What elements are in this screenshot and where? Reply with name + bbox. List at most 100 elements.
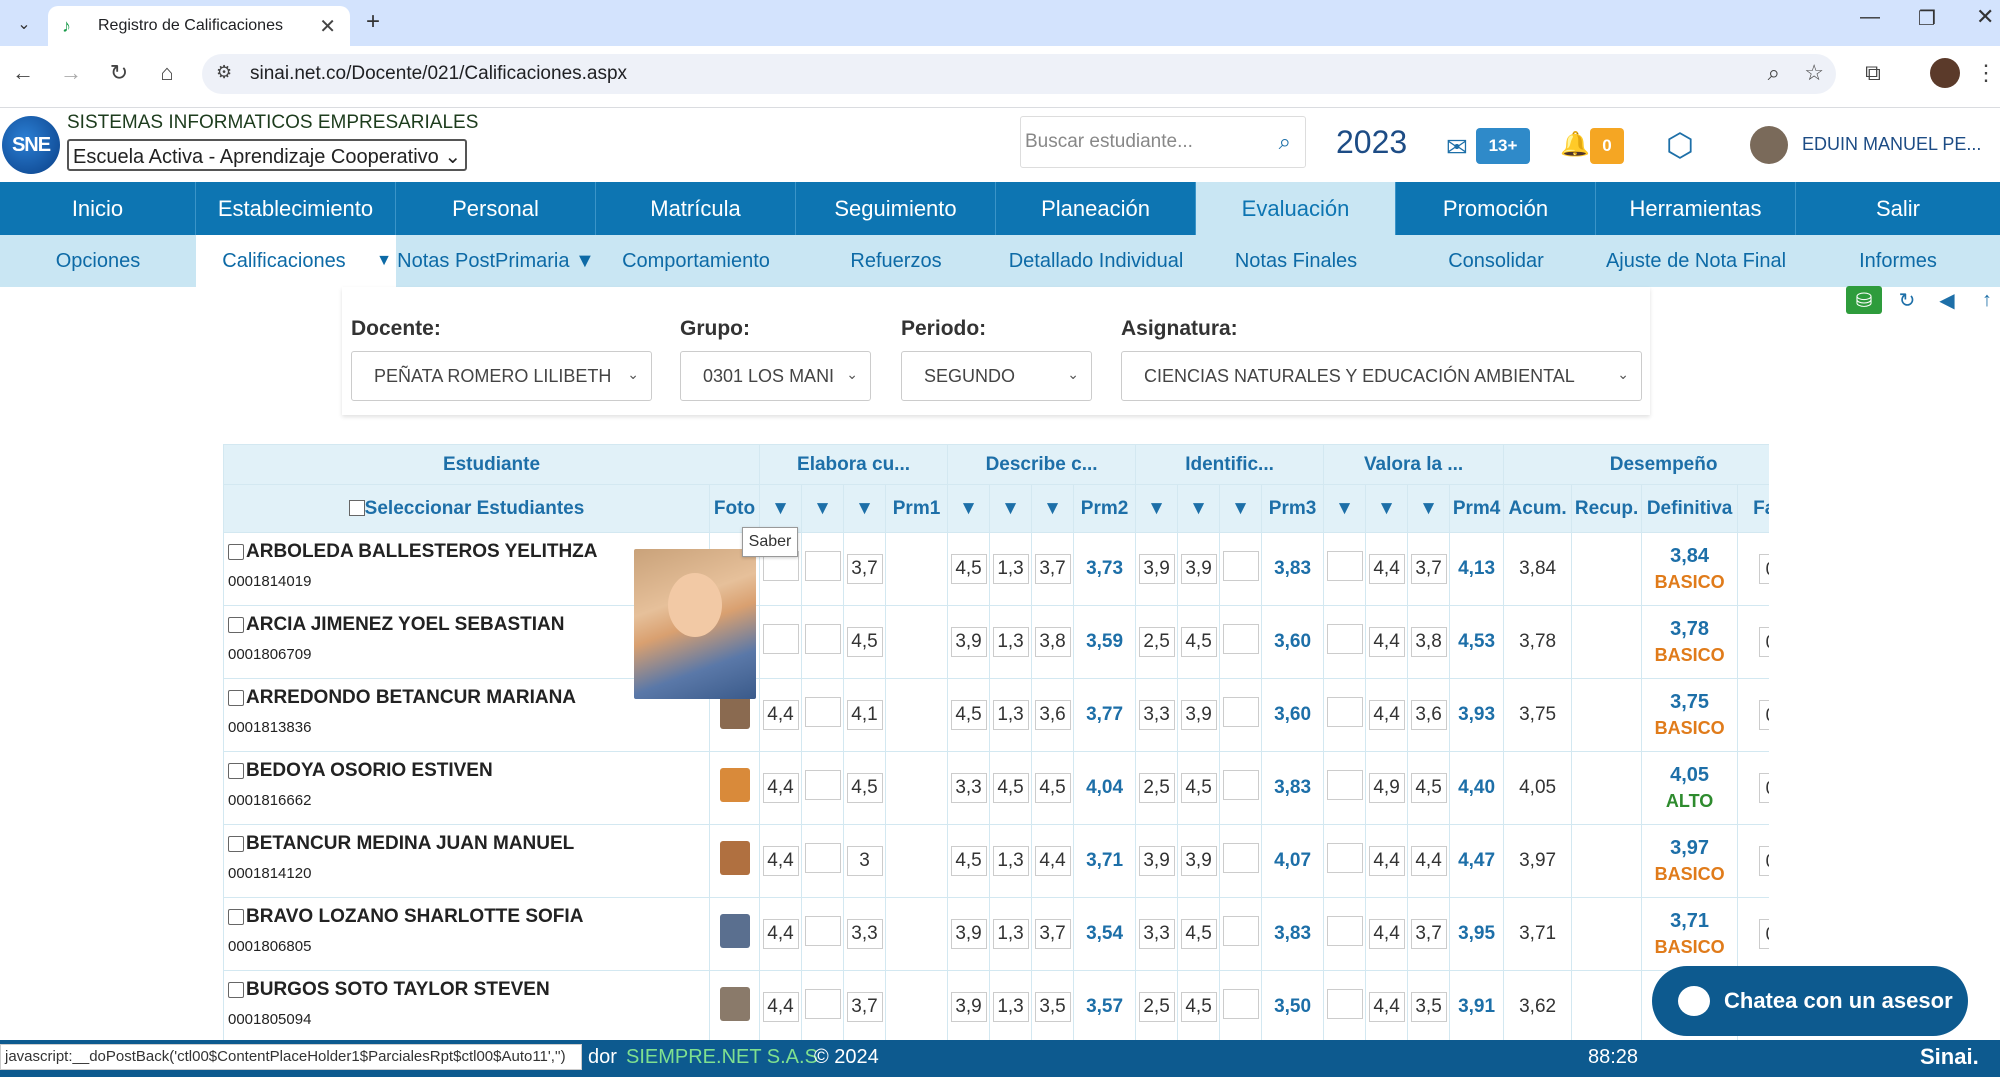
grade-input[interactable]: 3,6 (1034, 700, 1071, 730)
grade-input[interactable] (1222, 916, 1259, 946)
filter-arrow-icon[interactable]: ▼ (1407, 484, 1451, 533)
grade-input[interactable] (804, 697, 841, 727)
grade-input[interactable]: 3,8 (1410, 627, 1447, 657)
student-checkbox[interactable] (228, 909, 244, 925)
filter-arrow-icon[interactable]: ▼ (1031, 484, 1075, 533)
filter-arrow-icon[interactable]: ▼ (1365, 484, 1409, 533)
submenu-ajuste-nota-final[interactable]: Ajuste de Nota Final (1596, 235, 1796, 287)
filter-arrow-icon[interactable]: ▼ (947, 484, 991, 533)
browser-tab[interactable]: ♪ Registro de Calificaciones ✕ (48, 6, 350, 46)
site-logo[interactable]: SNE (2, 116, 60, 174)
select-students-header[interactable]: Seleccionar Estudiantes (223, 484, 710, 533)
faltas-input[interactable]: 0 (1758, 773, 1769, 803)
submenu-opciones[interactable]: Opciones (0, 235, 196, 287)
grade-input[interactable]: 3,3 (846, 919, 883, 949)
student-photo[interactable] (719, 987, 750, 1021)
grade-input[interactable]: 3,7 (1034, 554, 1071, 584)
grade-input[interactable]: 3,7 (1034, 919, 1071, 949)
grade-input[interactable]: 4,4 (1368, 992, 1405, 1022)
grade-input[interactable]: 3,9 (1180, 846, 1217, 876)
grade-input[interactable]: 3,9 (1138, 846, 1175, 876)
back-icon[interactable]: ← (6, 56, 40, 90)
student-checkbox[interactable] (228, 544, 244, 560)
user-avatar[interactable] (1750, 126, 1788, 164)
grade-input[interactable]: 1,3 (992, 554, 1029, 584)
grade-input[interactable] (1326, 770, 1363, 800)
faltas-input[interactable]: 0 (1758, 627, 1769, 657)
filter-arrow-icon[interactable]: ▼ (1177, 484, 1221, 533)
submenu-calificaciones[interactable]: Calificaciones (196, 235, 372, 287)
grade-input[interactable] (1222, 551, 1259, 581)
grade-input[interactable] (804, 770, 841, 800)
menu-matricula[interactable]: Matrícula (596, 182, 796, 235)
grade-input[interactable]: 1,3 (992, 627, 1029, 657)
grade-input[interactable] (1222, 697, 1259, 727)
grade-input[interactable]: 3,9 (1180, 554, 1217, 584)
grade-input[interactable] (1222, 770, 1259, 800)
filter-arrow-icon[interactable]: ▼ (801, 484, 844, 533)
grade-input[interactable]: 3,6 (1410, 700, 1447, 730)
student-name[interactable]: ARCIA JIMENEZ YOEL SEBASTIAN (246, 614, 564, 636)
grade-input[interactable] (1326, 551, 1363, 581)
grade-input[interactable] (1222, 843, 1259, 873)
bookmark-star-icon[interactable]: ☆ (1804, 60, 1824, 86)
grade-input[interactable]: 4,4 (762, 919, 799, 949)
asignatura-select[interactable]: CIENCIAS NATURALES Y EDUCACIÓN AMBIENTAL… (1121, 351, 1642, 401)
grade-input[interactable]: 3,5 (1034, 992, 1071, 1022)
submenu-detallado-individual[interactable]: Detallado Individual (996, 235, 1196, 287)
profile-avatar[interactable] (1930, 58, 1960, 88)
student-checkbox[interactable] (228, 763, 244, 779)
grade-input[interactable] (804, 989, 841, 1019)
grade-input[interactable] (804, 916, 841, 946)
faltas-input[interactable]: 0 (1758, 919, 1769, 949)
menu-establecimiento[interactable]: Establecimiento (196, 182, 396, 235)
grade-input[interactable]: 4,4 (1368, 627, 1405, 657)
student-checkbox[interactable] (228, 836, 244, 852)
grade-input[interactable]: 4,5 (1180, 992, 1217, 1022)
minimize-icon[interactable]: — (1860, 6, 1880, 29)
grade-input[interactable]: 4,5 (1034, 773, 1071, 803)
cube-icon[interactable]: ⬡ (1666, 126, 1694, 164)
menu-salir[interactable]: Salir (1796, 182, 2000, 235)
faltas-input[interactable]: 0 (1758, 700, 1769, 730)
filter-arrow-icon[interactable]: ▼ (1135, 484, 1179, 533)
grade-input[interactable]: 4,4 (1368, 700, 1405, 730)
restore-icon[interactable]: ❐ (1918, 6, 1936, 31)
student-photo[interactable] (719, 841, 750, 875)
filter-arrow-icon[interactable]: ▼ (843, 484, 886, 533)
submenu-comportamiento[interactable]: Comportamiento (596, 235, 796, 287)
menu-herramientas[interactable]: Herramientas (1596, 182, 1796, 235)
address-bar[interactable]: ⚙ sinai.net.co/Docente/021/Calificacione… (202, 54, 1836, 94)
grade-input[interactable]: 4,4 (1034, 846, 1071, 876)
grade-input[interactable]: 2,5 (1138, 992, 1175, 1022)
new-tab-icon[interactable]: + (366, 8, 380, 36)
grade-input[interactable]: 3,8 (1034, 627, 1071, 657)
student-name[interactable]: BETANCUR MEDINA JUAN MANUEL (246, 833, 574, 855)
grade-input[interactable] (1222, 624, 1259, 654)
student-photo[interactable] (719, 768, 750, 802)
close-window-icon[interactable]: ✕ (1976, 4, 1994, 30)
grade-input[interactable]: 4,4 (1410, 846, 1447, 876)
student-search[interactable]: Buscar estudiante... ⌕ (1020, 116, 1306, 168)
student-checkbox[interactable] (228, 690, 244, 706)
student-photo[interactable] (719, 914, 750, 948)
school-select[interactable]: Escuela Activa - Aprendizaje Cooperativo… (67, 139, 467, 171)
grade-input[interactable] (1222, 989, 1259, 1019)
mail-count-badge[interactable]: 13+ (1476, 128, 1530, 164)
grade-input[interactable]: 3,3 (1138, 700, 1175, 730)
student-checkbox[interactable] (228, 982, 244, 998)
student-name[interactable]: BRAVO LOZANO SHARLOTTE SOFIA (246, 906, 583, 928)
menu-promocion[interactable]: Promoción (1396, 182, 1596, 235)
grade-input[interactable]: 4,5 (950, 554, 987, 584)
user-name[interactable]: EDUIN MANUEL PE... (1802, 134, 1981, 155)
back-circle-icon[interactable]: ◀ (1932, 286, 1962, 314)
grade-input[interactable]: 4,9 (1368, 773, 1405, 803)
refresh-icon[interactable]: ↻ (1892, 286, 1922, 314)
grade-input[interactable] (762, 624, 799, 654)
grade-input[interactable]: 4,4 (1368, 846, 1405, 876)
submenu-informes[interactable]: Informes (1796, 235, 2000, 287)
student-name[interactable]: BURGOS SOTO TAYLOR STEVEN (246, 979, 550, 1001)
submenu-refuerzos[interactable]: Refuerzos (796, 235, 996, 287)
submenu-notas-postprimaria[interactable]: Notas PostPrimaria ▼ (396, 235, 596, 287)
filter-arrow-icon[interactable]: ▼ (1323, 484, 1367, 533)
